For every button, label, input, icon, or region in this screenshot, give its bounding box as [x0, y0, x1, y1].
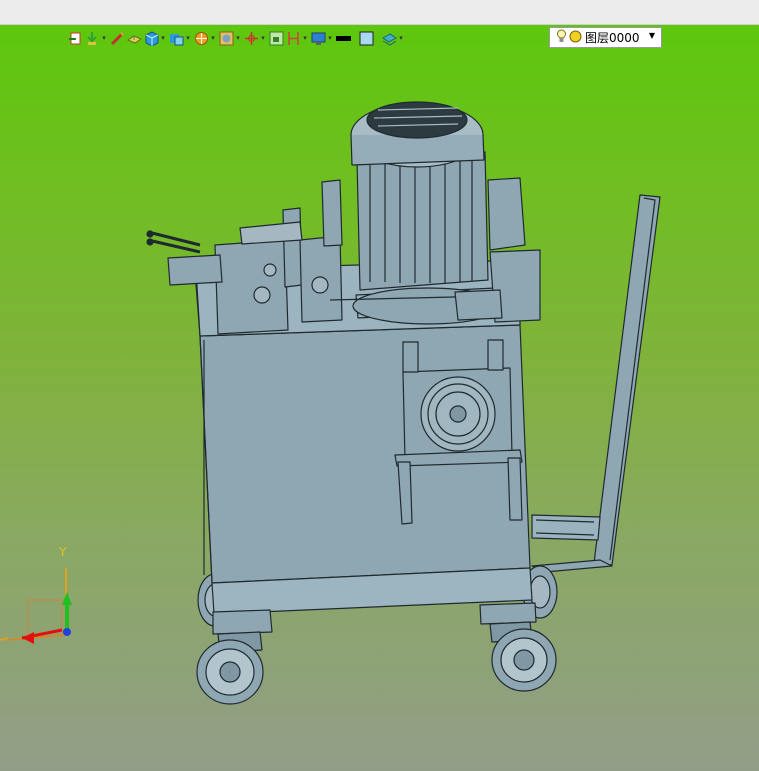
- chevron-down-icon[interactable]: ▾: [159, 34, 167, 42]
- origin-icon: [244, 31, 259, 46]
- selection-filter-icon: [85, 31, 100, 46]
- chevron-down-icon[interactable]: ▾: [184, 34, 192, 42]
- 3d-viewport[interactable]: [0, 25, 759, 771]
- section-view-icon: [194, 31, 209, 46]
- snap-icon: [68, 31, 83, 46]
- layer-name: 图层0000: [585, 31, 640, 45]
- chevron-down-icon[interactable]: ▾: [259, 34, 267, 42]
- selection-filter-tool[interactable]: ▾: [85, 28, 108, 48]
- dimension-tool[interactable]: ▾: [286, 28, 309, 48]
- dimension-icon: [286, 31, 301, 46]
- sketch-tool[interactable]: [110, 28, 125, 48]
- view-cube-tool[interactable]: ▾: [144, 28, 167, 48]
- chevron-down-icon[interactable]: ▾: [397, 34, 405, 42]
- monitor-tool[interactable]: ▾: [311, 28, 334, 48]
- layer-select[interactable]: 图层0000 ▼: [549, 27, 662, 48]
- layer-icon: [382, 31, 397, 46]
- layer-color-icon[interactable]: [569, 30, 582, 46]
- fill-color-icon: [359, 31, 374, 46]
- title-strip: [0, 0, 759, 25]
- monitor-icon: [311, 31, 326, 46]
- plane-icon: [269, 31, 284, 46]
- view-plane-tool[interactable]: [127, 28, 142, 48]
- display-mode-icon: [219, 31, 234, 46]
- chevron-down-icon[interactable]: ▾: [326, 34, 334, 42]
- line-color-tool[interactable]: [336, 28, 351, 48]
- display-mode-tool[interactable]: ▾: [219, 28, 242, 48]
- render-style-tool[interactable]: ▾: [169, 28, 192, 48]
- origin-tool[interactable]: ▾: [244, 28, 267, 48]
- chevron-down-icon[interactable]: ▼: [649, 31, 655, 40]
- line-color-icon: [336, 31, 351, 46]
- pencil-icon: [110, 31, 125, 46]
- chevron-down-icon[interactable]: ▾: [301, 34, 309, 42]
- chevron-down-icon[interactable]: ▾: [234, 34, 242, 42]
- axis-y-label: Y: [59, 545, 67, 559]
- plane-tool[interactable]: [269, 28, 284, 48]
- render-style-icon: [169, 31, 184, 46]
- view-cube-icon: [144, 30, 159, 46]
- view-toolbar: ▾ ▾ ▾ ▾ ▾ ▾ ▾ ▾ ▾: [68, 28, 407, 48]
- chevron-down-icon[interactable]: ▾: [209, 34, 217, 42]
- section-view-tool[interactable]: ▾: [194, 28, 217, 48]
- fill-color-tool[interactable]: [359, 28, 374, 48]
- layer-tool[interactable]: ▾: [382, 28, 405, 48]
- chevron-down-icon[interactable]: ▾: [100, 34, 108, 42]
- view-plane-icon: [127, 31, 142, 46]
- snap-tool[interactable]: [68, 28, 83, 48]
- lightbulb-icon[interactable]: [556, 29, 567, 46]
